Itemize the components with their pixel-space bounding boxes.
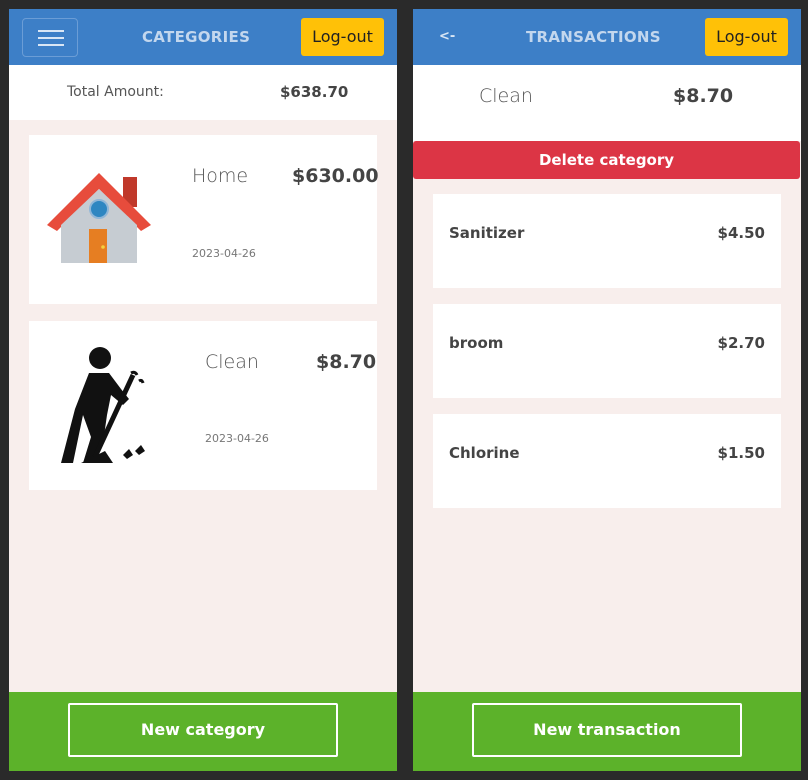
transaction-amount: $1.50 [717, 444, 765, 462]
back-button[interactable]: <- [439, 9, 455, 65]
new-category-button[interactable]: New category [68, 703, 338, 757]
category-name: Clean [479, 85, 533, 107]
category-summary: Clean $8.70 [413, 65, 801, 141]
transaction-row[interactable]: broom $2.70 [433, 304, 781, 398]
transaction-name: Sanitizer [449, 224, 525, 242]
total-value: $638.70 [280, 83, 349, 101]
category-card-home[interactable]: Home $630.00 2023-04-26 [29, 135, 379, 304]
transaction-name: broom [449, 334, 504, 352]
category-card-clean[interactable]: Clean $8.70 2023-04-26 [29, 321, 377, 490]
menu-icon[interactable] [22, 18, 78, 57]
transactions-screen: <- TRANSACTIONS Log-out Clean $8.70 Dele… [413, 9, 801, 771]
category-date: 2023-04-26 [192, 247, 256, 260]
page-title: TRANSACTIONS [526, 28, 661, 46]
page-title: CATEGORIES [142, 28, 251, 46]
category-date: 2023-04-26 [205, 432, 269, 445]
logout-button[interactable]: Log-out [301, 18, 384, 56]
transaction-row[interactable]: Sanitizer $4.50 [433, 194, 781, 288]
categories-footer: New category [9, 692, 397, 771]
category-name: Clean [205, 351, 259, 373]
category-amount: $8.70 [316, 351, 377, 373]
transaction-amount: $4.50 [717, 224, 765, 242]
category-amount: $630.00 [292, 165, 379, 187]
category-name: Home [192, 165, 249, 187]
transaction-name: Chlorine [449, 444, 520, 462]
cleaning-person-icon [61, 347, 145, 463]
logout-button[interactable]: Log-out [705, 18, 788, 56]
total-label: Total Amount: [67, 84, 164, 100]
transactions-header: <- TRANSACTIONS Log-out [413, 9, 801, 65]
total-summary: Total Amount: $638.70 [9, 65, 397, 120]
transactions-footer: New transaction [413, 692, 801, 771]
transaction-amount: $2.70 [717, 334, 765, 352]
house-icon [47, 173, 151, 263]
category-total: $8.70 [673, 85, 734, 107]
transaction-row[interactable]: Chlorine $1.50 [433, 414, 781, 508]
categories-header: CATEGORIES Log-out [9, 9, 397, 65]
delete-category-button[interactable]: Delete category [413, 141, 800, 179]
new-transaction-button[interactable]: New transaction [472, 703, 742, 757]
categories-screen: CATEGORIES Log-out Total Amount: $638.70… [9, 9, 397, 771]
